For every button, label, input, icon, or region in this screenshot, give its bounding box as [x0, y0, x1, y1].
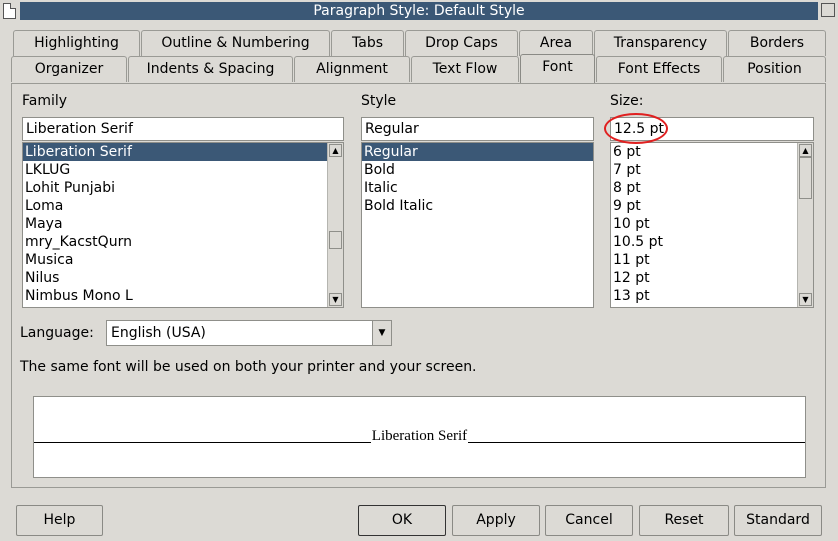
size-list[interactable]: 6 pt 7 pt 8 pt 9 pt 10 pt 10.5 pt 11 pt …	[610, 142, 814, 308]
style-input[interactable]: Regular	[361, 117, 594, 141]
help-button[interactable]: Help	[16, 505, 103, 536]
tab-position[interactable]: Position	[723, 56, 826, 82]
language-label: Language:	[20, 325, 94, 341]
window-title: Paragraph Style: Default Style	[20, 2, 818, 20]
tab-indents-spacing[interactable]: Indents & Spacing	[128, 56, 293, 82]
tab-label: Highlighting	[34, 35, 119, 51]
tab-label: Font Effects	[617, 61, 701, 77]
size-scrollbar[interactable]: ▲ ▼	[797, 143, 813, 307]
info-text: The same font will be used on both your …	[20, 359, 477, 375]
list-item[interactable]: 8 pt	[611, 179, 813, 197]
size-input[interactable]: 12.5 pt	[610, 117, 814, 141]
list-item[interactable]: Regular	[362, 143, 593, 161]
cancel-button[interactable]: Cancel	[545, 505, 633, 536]
tab-text-flow[interactable]: Text Flow	[411, 56, 519, 82]
scroll-down-icon[interactable]: ▼	[329, 293, 342, 306]
family-label: Family	[22, 93, 68, 109]
document-icon[interactable]	[3, 3, 16, 19]
tab-label: Position	[747, 61, 802, 77]
list-item[interactable]: 11 pt	[611, 251, 813, 269]
preview-sample: Liberation Serif	[34, 428, 805, 444]
close-icon[interactable]	[821, 3, 835, 17]
tab-alignment[interactable]: Alignment	[294, 56, 410, 82]
scroll-thumb[interactable]	[799, 157, 812, 199]
tab-font-effects[interactable]: Font Effects	[596, 56, 722, 82]
tab-label: Drop Caps	[425, 35, 498, 51]
list-item[interactable]: Liberation Serif	[23, 143, 343, 161]
list-item[interactable]: Bold	[362, 161, 593, 179]
list-item[interactable]: mry_KacstQurn	[23, 233, 343, 251]
tab-borders[interactable]: Borders	[728, 30, 826, 56]
list-item[interactable]: 9 pt	[611, 197, 813, 215]
title-bar: Paragraph Style: Default Style	[0, 0, 838, 22]
list-item[interactable]: Maya	[23, 215, 343, 233]
family-list[interactable]: Liberation Serif LKLUG Lohit Punjabi Lom…	[22, 142, 344, 308]
list-item[interactable]: Musica	[23, 251, 343, 269]
scroll-down-icon[interactable]: ▼	[799, 293, 812, 306]
list-item[interactable]: Loma	[23, 197, 343, 215]
font-preview: Liberation Serif	[33, 396, 806, 478]
preview-text: Liberation Serif	[370, 428, 469, 444]
tab-label: Font	[542, 59, 573, 75]
scroll-thumb[interactable]	[329, 231, 342, 249]
scroll-up-icon[interactable]: ▲	[799, 144, 812, 157]
tab-outline-numbering[interactable]: Outline & Numbering	[141, 30, 330, 56]
tab-label: Outline & Numbering	[161, 35, 310, 51]
family-input[interactable]: Liberation Serif	[22, 117, 344, 141]
list-item[interactable]: 10.5 pt	[611, 233, 813, 251]
standard-button[interactable]: Standard	[734, 505, 822, 536]
chevron-down-icon[interactable]: ▼	[372, 320, 392, 346]
list-item[interactable]: 12 pt	[611, 269, 813, 287]
list-item[interactable]: 7 pt	[611, 161, 813, 179]
tab-label: Indents & Spacing	[146, 61, 275, 77]
tab-label: Text Flow	[432, 61, 498, 77]
list-item[interactable]: Lohit Punjabi	[23, 179, 343, 197]
tab-label: Tabs	[352, 35, 383, 51]
tab-highlighting[interactable]: Highlighting	[13, 30, 140, 56]
list-item[interactable]: 6 pt	[611, 143, 813, 161]
tab-organizer[interactable]: Organizer	[11, 56, 127, 82]
list-item[interactable]: 10 pt	[611, 215, 813, 233]
list-item[interactable]: Italic	[362, 179, 593, 197]
tab-label: Transparency	[613, 35, 708, 51]
apply-button[interactable]: Apply	[452, 505, 540, 536]
tab-label: Alignment	[316, 61, 388, 77]
ok-button[interactable]: OK	[358, 505, 446, 536]
size-label: Size:	[610, 93, 644, 109]
tab-font[interactable]: Font	[520, 54, 595, 83]
reset-button[interactable]: Reset	[639, 505, 729, 536]
language-select[interactable]: English (USA)	[106, 320, 373, 346]
tab-label: Borders	[749, 35, 805, 51]
style-list[interactable]: Regular Bold Italic Bold Italic	[361, 142, 594, 308]
tab-area[interactable]: Area	[519, 30, 593, 56]
tab-transparency[interactable]: Transparency	[594, 30, 727, 56]
tab-tabs[interactable]: Tabs	[331, 30, 404, 56]
tab-label: Organizer	[34, 61, 104, 77]
tab-drop-caps[interactable]: Drop Caps	[405, 30, 518, 56]
family-scrollbar[interactable]: ▲ ▼	[327, 143, 343, 307]
tab-label: Area	[539, 35, 573, 51]
list-item[interactable]: Nilus	[23, 269, 343, 287]
list-item[interactable]: 13 pt	[611, 287, 813, 305]
list-item[interactable]: LKLUG	[23, 161, 343, 179]
list-item[interactable]: Nimbus Mono L	[23, 287, 343, 305]
style-label: Style	[361, 93, 397, 109]
list-item[interactable]: Bold Italic	[362, 197, 593, 215]
scroll-up-icon[interactable]: ▲	[329, 144, 342, 157]
